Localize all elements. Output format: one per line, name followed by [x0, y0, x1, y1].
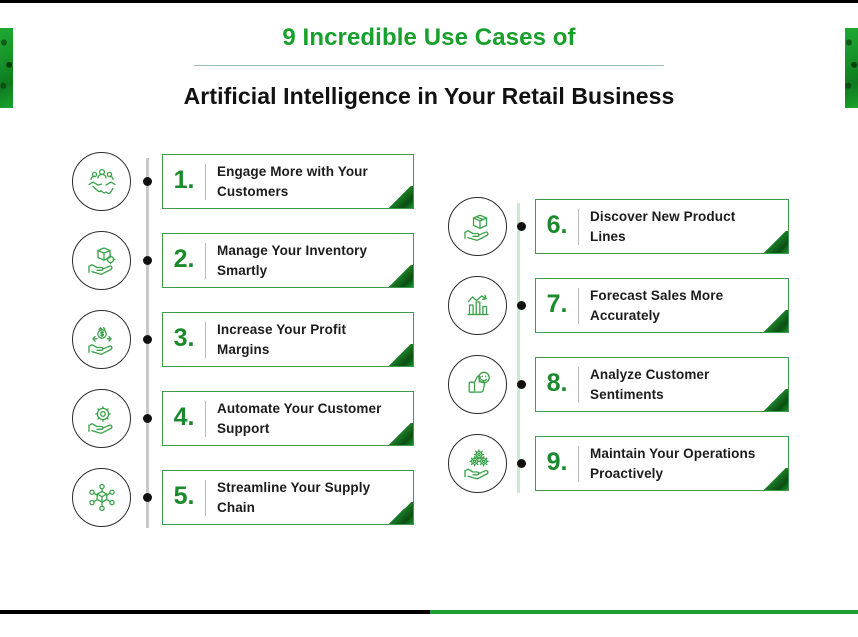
item-text: Discover New Product Lines — [579, 207, 788, 245]
header: 9 Incredible Use Cases of Artificial Int… — [0, 24, 858, 110]
item-text: Engage More with Your Customers — [206, 162, 413, 200]
list-item: 9. Maintain Your Operations Proactively — [448, 434, 789, 493]
use-case-card[interactable]: 2. Manage Your Inventory Smartly — [162, 233, 414, 288]
item-text: Increase Your Profit Margins — [206, 320, 413, 358]
item-text-line1: Automate Your Customer — [217, 401, 382, 417]
item-number: 5. — [173, 482, 195, 510]
timeline-dot — [143, 493, 152, 502]
item-text-line2: Lines — [590, 228, 626, 244]
right-column: 6. Discover New Product Lines 7. Forecas… — [448, 197, 789, 493]
list-item: 7. Forecast Sales More Accurately — [448, 276, 789, 335]
hand-holding-box-gear-icon — [72, 231, 131, 290]
list-item: 5. Streamline Your Supply Chain — [72, 468, 414, 527]
item-text: Analyze Customer Sentiments — [579, 365, 788, 403]
page-title-top: 9 Incredible Use Cases of — [282, 24, 576, 51]
footer-rule-dark-segment — [0, 610, 430, 614]
left-column: 1. Engage More with Your Customers 2. Ma… — [72, 152, 414, 528]
use-case-card[interactable]: 6. Discover New Product Lines — [535, 199, 789, 254]
item-text: Automate Your Customer Support — [206, 399, 413, 437]
item-text-line1: Discover New Product — [590, 209, 736, 225]
top-border-rule — [0, 0, 858, 3]
timeline-dot — [143, 256, 152, 265]
list-item: 1. Engage More with Your Customers — [72, 152, 414, 211]
handshake-people-icon — [72, 152, 131, 211]
item-text-line1: Forecast Sales More — [590, 288, 724, 304]
timeline-dot — [517, 301, 526, 310]
item-text-line1: Increase Your Profit — [217, 322, 347, 338]
item-text-line1: Streamline Your Supply — [217, 480, 371, 496]
item-text-line2: Chain — [217, 499, 256, 515]
item-text-line2: Margins — [217, 341, 270, 357]
item-text-line1: Maintain Your Operations — [590, 446, 756, 462]
use-case-card[interactable]: 3. Increase Your Profit Margins — [162, 312, 414, 367]
timeline-dot — [143, 335, 152, 344]
infographic-canvas: 9 Incredible Use Cases of Artificial Int… — [0, 0, 858, 637]
hand-holding-package-icon — [448, 197, 507, 256]
bar-chart-arrow-up-icon — [448, 276, 507, 335]
item-number: 7. — [546, 290, 568, 318]
timeline-dot — [517, 222, 526, 231]
footer-rule — [0, 610, 858, 614]
item-number: 3. — [173, 324, 195, 352]
item-text-line1: Analyze Customer — [590, 367, 710, 383]
list-item: 8. Analyze Customer Sentiments — [448, 355, 789, 414]
item-text-line2: Customers — [217, 183, 289, 199]
item-text-line2: Proactively — [590, 465, 664, 481]
item-text: Manage Your Inventory Smartly — [206, 241, 413, 279]
item-number: 4. — [173, 403, 195, 431]
use-case-card[interactable]: 8. Analyze Customer Sentiments — [535, 357, 789, 412]
item-number: 2. — [173, 245, 195, 273]
hand-holding-gear-icon — [72, 389, 131, 448]
timeline-dot — [517, 459, 526, 468]
item-text: Streamline Your Supply Chain — [206, 478, 413, 516]
list-item: 3. Increase Your Profit Margins — [72, 310, 414, 369]
list-item: 2. Manage Your Inventory Smartly — [72, 231, 414, 290]
item-number: 9. — [546, 448, 568, 476]
page-title-bottom: Artificial Intelligence in Your Retail B… — [183, 82, 675, 109]
item-text: Forecast Sales More Accurately — [579, 286, 788, 324]
list-item: 6. Discover New Product Lines — [448, 197, 789, 256]
item-number: 6. — [546, 211, 568, 239]
title-divider — [194, 64, 664, 66]
item-text: Maintain Your Operations Proactively — [579, 444, 788, 482]
hand-holding-gears-icon — [448, 434, 507, 493]
item-number: 1. — [173, 166, 195, 194]
timeline-dot — [143, 177, 152, 186]
item-text-line1: Engage More with Your — [217, 164, 368, 180]
use-case-card[interactable]: 7. Forecast Sales More Accurately — [535, 278, 789, 333]
network-cube-icon — [72, 468, 131, 527]
timeline-dot — [143, 414, 152, 423]
footer-rule-green-segment — [430, 610, 858, 614]
use-case-card[interactable]: 5. Streamline Your Supply Chain — [162, 470, 414, 525]
item-text-line2: Accurately — [590, 307, 661, 323]
item-text-line1: Manage Your Inventory — [217, 243, 368, 259]
use-case-card[interactable]: 1. Engage More with Your Customers — [162, 154, 414, 209]
item-text-line2: Sentiments — [590, 386, 664, 402]
item-text-line2: Support — [217, 420, 270, 436]
timeline-dot — [517, 380, 526, 389]
use-case-card[interactable]: 9. Maintain Your Operations Proactively — [535, 436, 789, 491]
item-text-line2: Smartly — [217, 262, 268, 278]
thumbs-up-smiley-icon — [448, 355, 507, 414]
item-number: 8. — [546, 369, 568, 397]
list-item: 4. Automate Your Customer Support — [72, 389, 414, 448]
hand-holding-dollar-growth-icon — [72, 310, 131, 369]
use-case-card[interactable]: 4. Automate Your Customer Support — [162, 391, 414, 446]
